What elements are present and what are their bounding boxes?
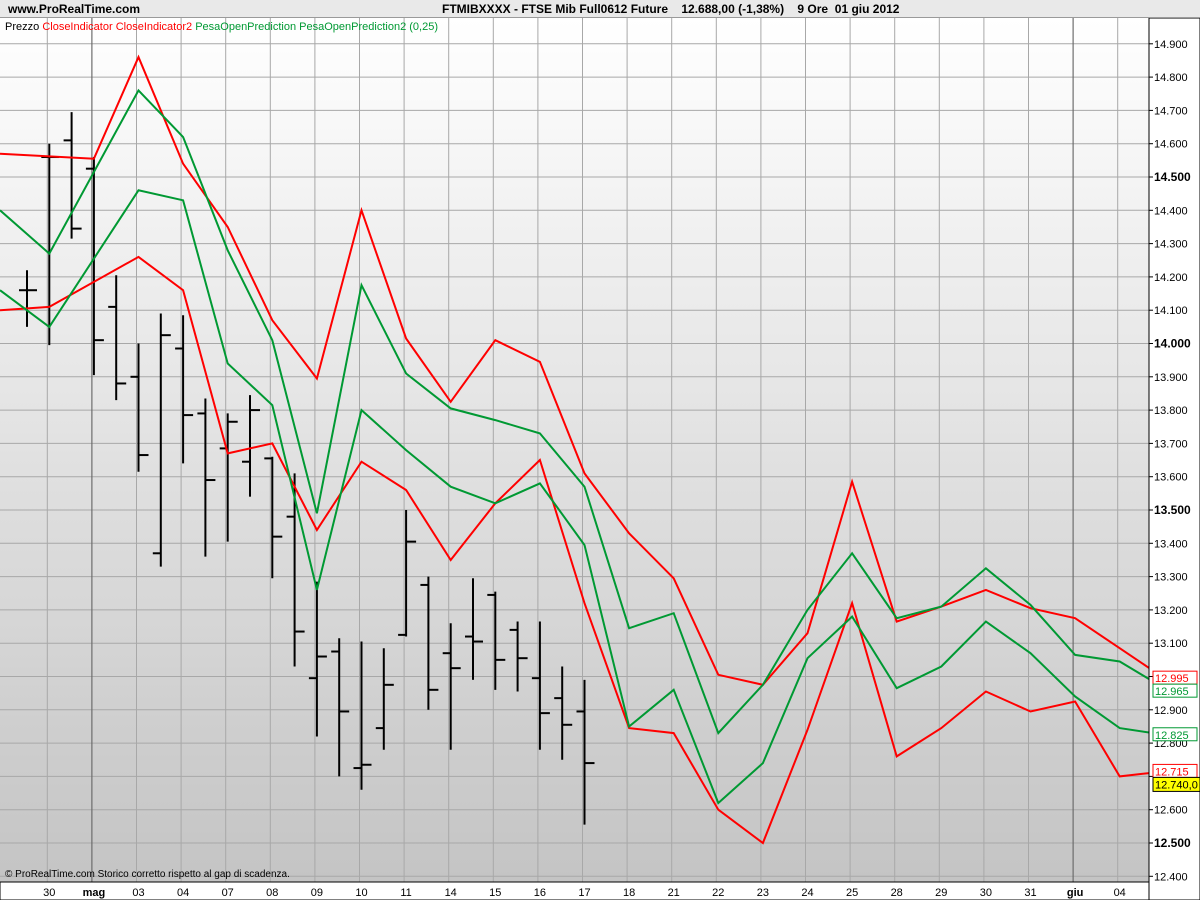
x-tick-label: 04 [177, 887, 189, 899]
y-tick-label: 13.500 [1154, 503, 1191, 517]
bottom-axis-panel [0, 881, 1150, 900]
y-tick-label: 13.300 [1154, 572, 1188, 584]
y-tick-label: 14.000 [1154, 337, 1191, 351]
x-tick-label: 16 [534, 887, 546, 899]
y-tick-label: 12.900 [1154, 705, 1188, 717]
legend-close-indicator-2: CloseIndicator2 [116, 21, 192, 33]
last-value-label: 12.825 [1152, 727, 1198, 742]
x-tick-label: 04 [1114, 887, 1126, 899]
footer-note: © ProRealTime.com Storico corretto rispe… [5, 869, 290, 880]
y-tick-label: 14.100 [1154, 305, 1188, 317]
last-value-label: 12.995 [1152, 670, 1198, 685]
y-tick-label: 14.600 [1154, 139, 1188, 151]
x-tick-label: 08 [266, 887, 278, 899]
price-chart[interactable]: 12.40012.50012.60012.70012.80012.90013.0… [0, 18, 1200, 900]
title-bar: www.ProRealTime.com FTMIBXXXX - FTSE Mib… [0, 0, 1200, 18]
x-tick-label: 24 [801, 887, 813, 899]
y-tick-label: 14.900 [1154, 39, 1188, 51]
legend-pesa-open: PesaOpenPrediction [195, 21, 296, 33]
x-tick-label: 03 [132, 887, 144, 899]
value-label-text: 12.965 [1155, 686, 1189, 698]
last-value-label: 12.740,0 [1152, 776, 1200, 792]
y-tick-label: 12.400 [1154, 871, 1188, 883]
value-label-text: 12.995 [1155, 673, 1189, 685]
x-tick-label: 21 [668, 887, 680, 899]
x-tick-label: 25 [846, 887, 858, 899]
x-tick-label: 29 [935, 887, 947, 899]
x-tick-label: mag [83, 887, 106, 899]
y-tick-label: 14.300 [1154, 239, 1188, 251]
x-tick-label: 15 [489, 887, 501, 899]
x-tick-label: giu [1067, 887, 1084, 899]
x-tick-label: 30 [980, 887, 992, 899]
x-tick-label: 30 [43, 887, 55, 899]
y-tick-label: 13.200 [1154, 605, 1188, 617]
value-label-text: 12.715 [1155, 766, 1189, 778]
x-tick-label: 18 [623, 887, 635, 899]
value-label-text: 12.825 [1155, 730, 1189, 742]
y-tick-label: 12.600 [1154, 805, 1188, 817]
value-label-text: 12.740,0 [1155, 779, 1198, 791]
y-tick-label: 14.400 [1154, 205, 1188, 217]
last-value-label: 12.965 [1152, 683, 1198, 698]
y-tick-label: 14.800 [1154, 72, 1188, 84]
legend-close-indicator: CloseIndicator [42, 21, 113, 33]
y-tick-label: 13.100 [1154, 638, 1188, 650]
y-tick-label: 14.500 [1154, 170, 1191, 184]
y-tick-label: 14.700 [1154, 105, 1188, 117]
site-name: www.ProRealTime.com [8, 2, 141, 16]
x-tick-label: 17 [578, 887, 590, 899]
legend: Prezzo CloseIndicator CloseIndicator2 Pe… [5, 21, 438, 33]
x-tick-label: 31 [1024, 887, 1036, 899]
y-tick-label: 13.400 [1154, 538, 1188, 550]
y-tick-label: 13.900 [1154, 372, 1188, 384]
x-tick-label: 22 [712, 887, 724, 899]
x-tick-label: 14 [445, 887, 457, 899]
y-tick-label: 14.200 [1154, 272, 1188, 284]
legend-price: Prezzo [5, 21, 39, 33]
y-tick-label: 13.600 [1154, 472, 1188, 484]
y-tick-label: 12.500 [1154, 836, 1191, 850]
x-tick-label: 09 [311, 887, 323, 899]
x-tick-label: 11 [400, 887, 411, 899]
last-value-labels: 12.99512.965 12.825 12.71512.740,0 [1152, 670, 1200, 792]
chart-title: FTMIBXXXX - FTSE Mib Full0612 Future 12.… [442, 2, 900, 16]
x-tick-label: 28 [891, 887, 903, 899]
x-tick-label: 10 [355, 887, 367, 899]
y-tick-label: 13.800 [1154, 405, 1188, 417]
legend-pesa-open-2: PesaOpenPrediction2 (0,25) [299, 21, 438, 33]
last-value-label: 12.715 [1152, 763, 1198, 778]
x-tick-label: 07 [222, 887, 234, 899]
x-tick-label: 23 [757, 887, 769, 899]
y-tick-label: 13.700 [1154, 438, 1188, 450]
